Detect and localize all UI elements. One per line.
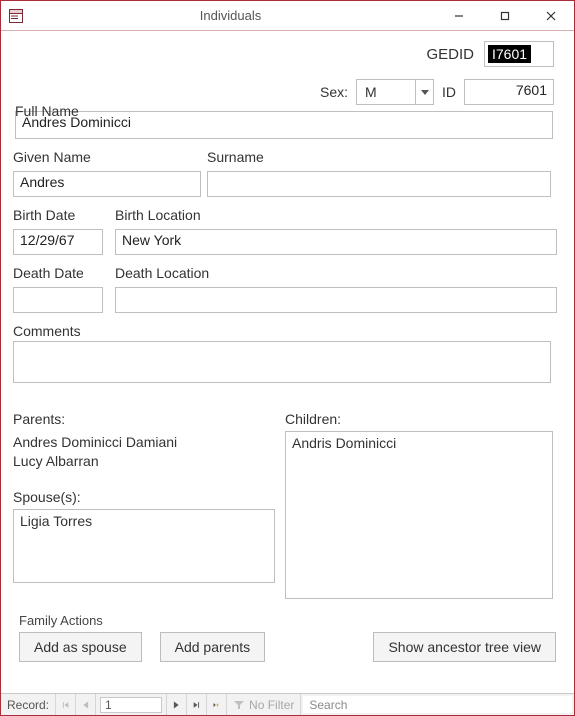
birth-location-field[interactable]: New York [115, 229, 557, 255]
surname-label: Surname [207, 149, 551, 165]
parent-name-1: Lucy Albarran [13, 452, 281, 471]
maximize-button[interactable] [482, 1, 528, 30]
spouses-listbox[interactable]: Ligia Torres [13, 509, 275, 583]
window-frame: Individuals GEDID I7601 Full Name Sex: M [0, 0, 575, 716]
form-body: GEDID I7601 Full Name Sex: M ID 7601 And… [1, 31, 574, 693]
death-location-label: Death Location [115, 265, 557, 281]
sex-label: Sex: [320, 84, 348, 100]
children-label: Children: [285, 411, 562, 427]
list-item[interactable]: Ligia Torres [20, 513, 268, 529]
given-name-field[interactable]: Andres [13, 171, 201, 197]
spouses-label: Spouse(s): [13, 489, 281, 505]
family-actions-label: Family Actions [13, 613, 562, 628]
sex-value: M [365, 84, 377, 100]
id-label: ID [442, 84, 456, 100]
record-label: Record: [1, 694, 56, 715]
titlebar: Individuals [1, 1, 574, 31]
first-record-button[interactable] [56, 694, 76, 715]
last-record-button[interactable] [187, 694, 207, 715]
death-location-field[interactable] [115, 287, 557, 313]
search-input[interactable]: Search [303, 696, 572, 713]
chevron-down-icon [415, 80, 433, 104]
window-title: Individuals [25, 8, 436, 23]
window-controls [436, 1, 574, 30]
full-name-field[interactable]: Andres Dominicci [15, 111, 553, 139]
show-ancestor-tree-button[interactable]: Show ancestor tree view [373, 632, 556, 662]
form-icon [7, 7, 25, 25]
family-actions-group: Family Actions Add as spouse Add parents… [13, 613, 562, 662]
add-parents-button[interactable]: Add parents [160, 632, 266, 662]
given-name-label: Given Name [13, 149, 201, 165]
new-record-button[interactable] [207, 694, 227, 715]
comments-field[interactable] [13, 341, 551, 383]
minimize-button[interactable] [436, 1, 482, 30]
sex-select[interactable]: M [356, 79, 434, 105]
death-date-field[interactable] [13, 287, 103, 313]
comments-label: Comments [13, 323, 81, 339]
close-button[interactable] [528, 1, 574, 30]
id-field[interactable]: 7601 [464, 79, 554, 105]
list-item[interactable]: Andris Dominicci [292, 435, 546, 451]
gedid-value: I7601 [488, 45, 531, 63]
parents-label: Parents: [13, 411, 281, 427]
death-date-label: Death Date [13, 265, 109, 281]
filter-indicator[interactable]: No Filter [227, 694, 301, 715]
surname-field[interactable] [207, 171, 551, 197]
prev-record-button[interactable] [76, 694, 96, 715]
record-navigator: Record: 1 No Filter Search [1, 693, 574, 715]
birth-date-field[interactable]: 12/29/67 [13, 229, 103, 255]
add-spouse-button[interactable]: Add as spouse [19, 632, 142, 662]
gedid-field[interactable]: I7601 [484, 41, 554, 67]
birth-date-label: Birth Date [13, 207, 109, 223]
next-record-button[interactable] [167, 694, 187, 715]
birth-location-label: Birth Location [115, 207, 557, 223]
full-name-label: Full Name [15, 103, 79, 119]
record-number-input[interactable]: 1 [100, 697, 162, 713]
gedid-label: GEDID [426, 46, 474, 63]
children-listbox[interactable]: Andris Dominicci [285, 431, 553, 599]
parent-name-0: Andres Dominicci Damiani [13, 433, 281, 452]
